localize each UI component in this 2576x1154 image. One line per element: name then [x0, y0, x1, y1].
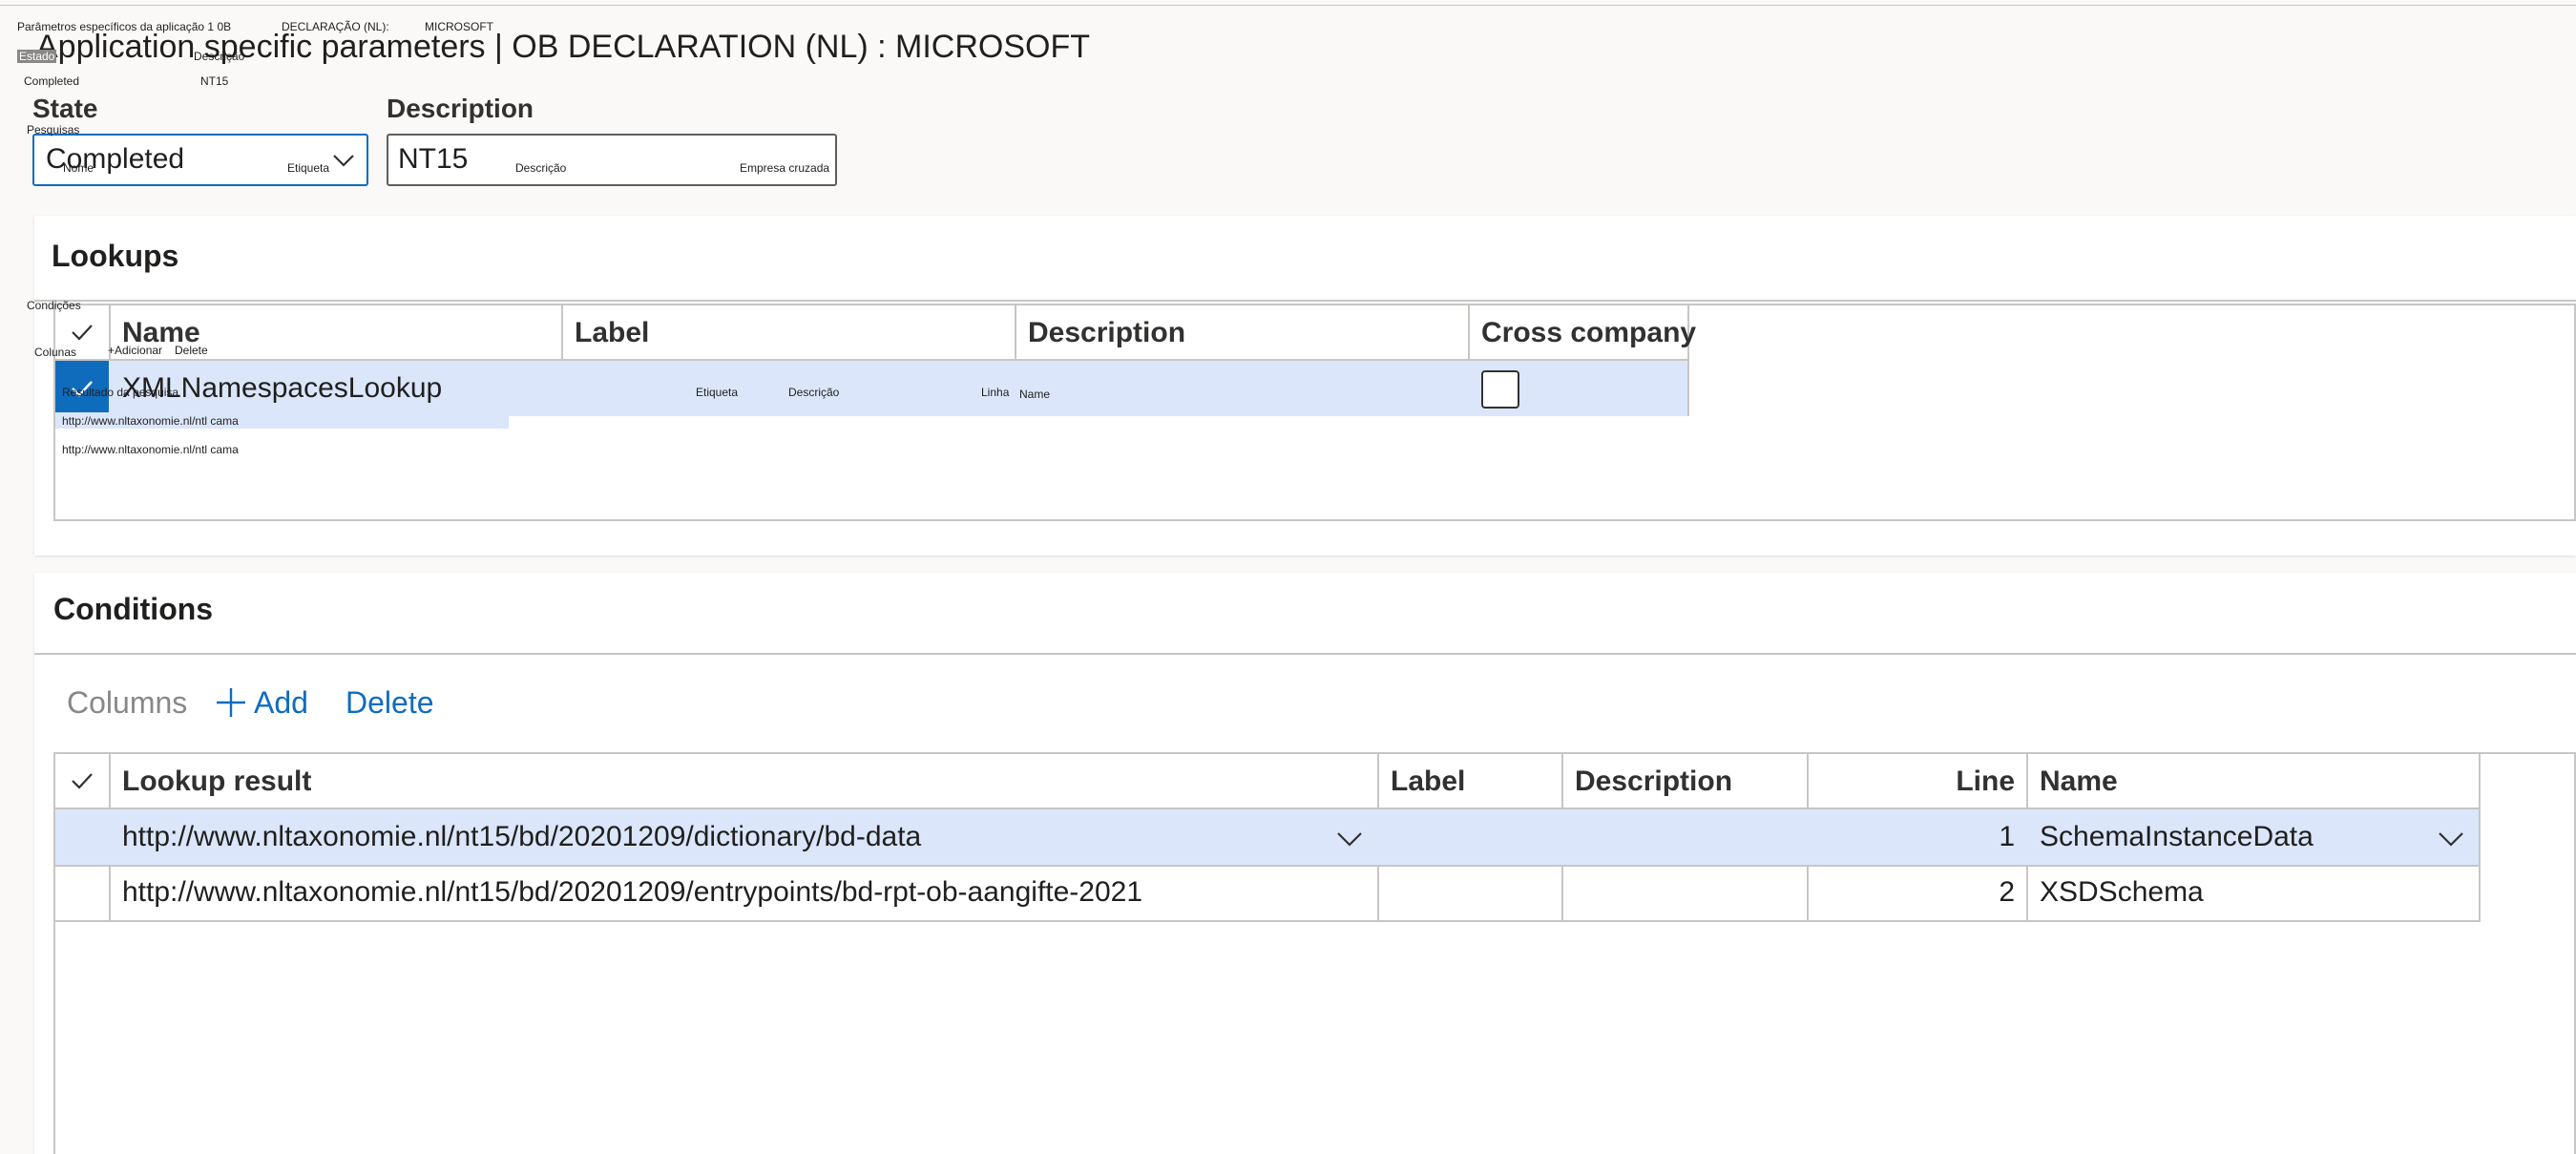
description-field[interactable]: NT15	[387, 134, 837, 186]
overlay-delete: Delete	[175, 344, 208, 357]
overlay-etiqueta: Etiqueta	[287, 161, 330, 175]
description-value: NT15	[398, 143, 469, 175]
overlay-name: Name	[1019, 388, 1051, 401]
conditions-col-label[interactable]: Label	[1391, 766, 1465, 798]
conditions-col-lookup-result[interactable]: Lookup result	[122, 766, 311, 798]
overlay-estado: Estado	[17, 50, 57, 63]
conditions-card: Conditions Columns Add Delete Lookup res…	[34, 573, 2576, 1154]
overlay-completed: Completed	[24, 74, 80, 88]
columns-button[interactable]: Columns	[67, 685, 187, 721]
overlay-colunas: Colunas	[34, 346, 77, 359]
overlay-etiqueta2: Etiqueta	[696, 386, 739, 399]
overlay-condicoes: Condições	[27, 299, 81, 312]
overlay-empresa: Empresa cruzada	[740, 161, 830, 175]
lookups-title: Lookups	[52, 239, 179, 273]
lookup-result-cell[interactable]: http://www.nltaxonomie.nl/nt15/bd/202012…	[122, 821, 921, 853]
state-dropdown[interactable]: Completed	[32, 134, 368, 186]
overlay-nt15: NT15	[200, 74, 229, 88]
name-cell[interactable]: SchemaInstanceData	[2040, 821, 2314, 853]
overlay-url1: http://www.nltaxonomie.nl/ntl cama	[62, 414, 239, 428]
overlay-descricao: Descrição	[194, 50, 245, 63]
conditions-col-line[interactable]: Line	[1820, 766, 2015, 798]
conditions-grid: Lookup result Label Description Line Nam…	[53, 752, 2576, 1154]
top-divider	[0, 5, 2576, 6]
line-cell[interactable]: 2	[1820, 876, 2015, 909]
name-cell[interactable]: XSDSchema	[2040, 876, 2204, 909]
conditions-title: Conditions	[53, 592, 214, 626]
overlay-title: Parâmetros específicos da aplicação 1 0B	[17, 20, 232, 33]
lookups-col-description[interactable]: Description	[1028, 317, 1185, 349]
overlay-nome: Nome	[63, 161, 94, 175]
lookups-separator	[34, 300, 2576, 302]
lookup-result-cell[interactable]: http://www.nltaxonomie.nl/nt15/bd/202012…	[122, 876, 1142, 909]
state-label: State	[32, 94, 98, 123]
overlay-resultado: Resultado da pesquisa	[62, 386, 179, 399]
lookups-col-label[interactable]: Label	[575, 317, 649, 349]
overlay-declaration: DECLARAÇÃO (NL):	[282, 20, 389, 33]
select-all-check-icon[interactable]	[67, 317, 97, 347]
chevron-down-icon[interactable]	[2436, 823, 2466, 853]
conditions-separator	[34, 653, 2576, 655]
overlay-linha: Linha	[981, 386, 1010, 399]
conditions-col-description[interactable]: Description	[1575, 766, 1732, 798]
overlay-descricao2: Descrição	[515, 161, 567, 175]
overlay-url2: http://www.nltaxonomie.nl/ntl cama	[62, 443, 239, 456]
line-cell[interactable]: 1	[1820, 821, 2015, 853]
delete-button[interactable]: Delete	[346, 685, 434, 721]
overlay-adicionar: +Adicionar	[108, 344, 163, 357]
lookups-col-cross-company[interactable]: Cross company	[1481, 317, 1696, 349]
add-button[interactable]: Add	[254, 685, 308, 721]
cross-company-checkbox[interactable]	[1481, 370, 1519, 409]
chevron-down-icon	[333, 155, 354, 167]
conditions-col-name[interactable]: Name	[2040, 766, 2118, 798]
select-all-check-icon[interactable]	[67, 766, 97, 796]
chevron-down-icon[interactable]	[1334, 823, 1365, 853]
lookups-card: Lookups Name Label Description Cross com…	[34, 216, 2576, 556]
add-icon[interactable]	[214, 685, 248, 720]
overlay-pesquisas: Pesquisas	[27, 123, 80, 136]
description-label: Description	[387, 94, 534, 123]
overlay-company: MICROSOFT	[425, 20, 493, 33]
overlay-descricao3: Descrição	[788, 386, 840, 399]
